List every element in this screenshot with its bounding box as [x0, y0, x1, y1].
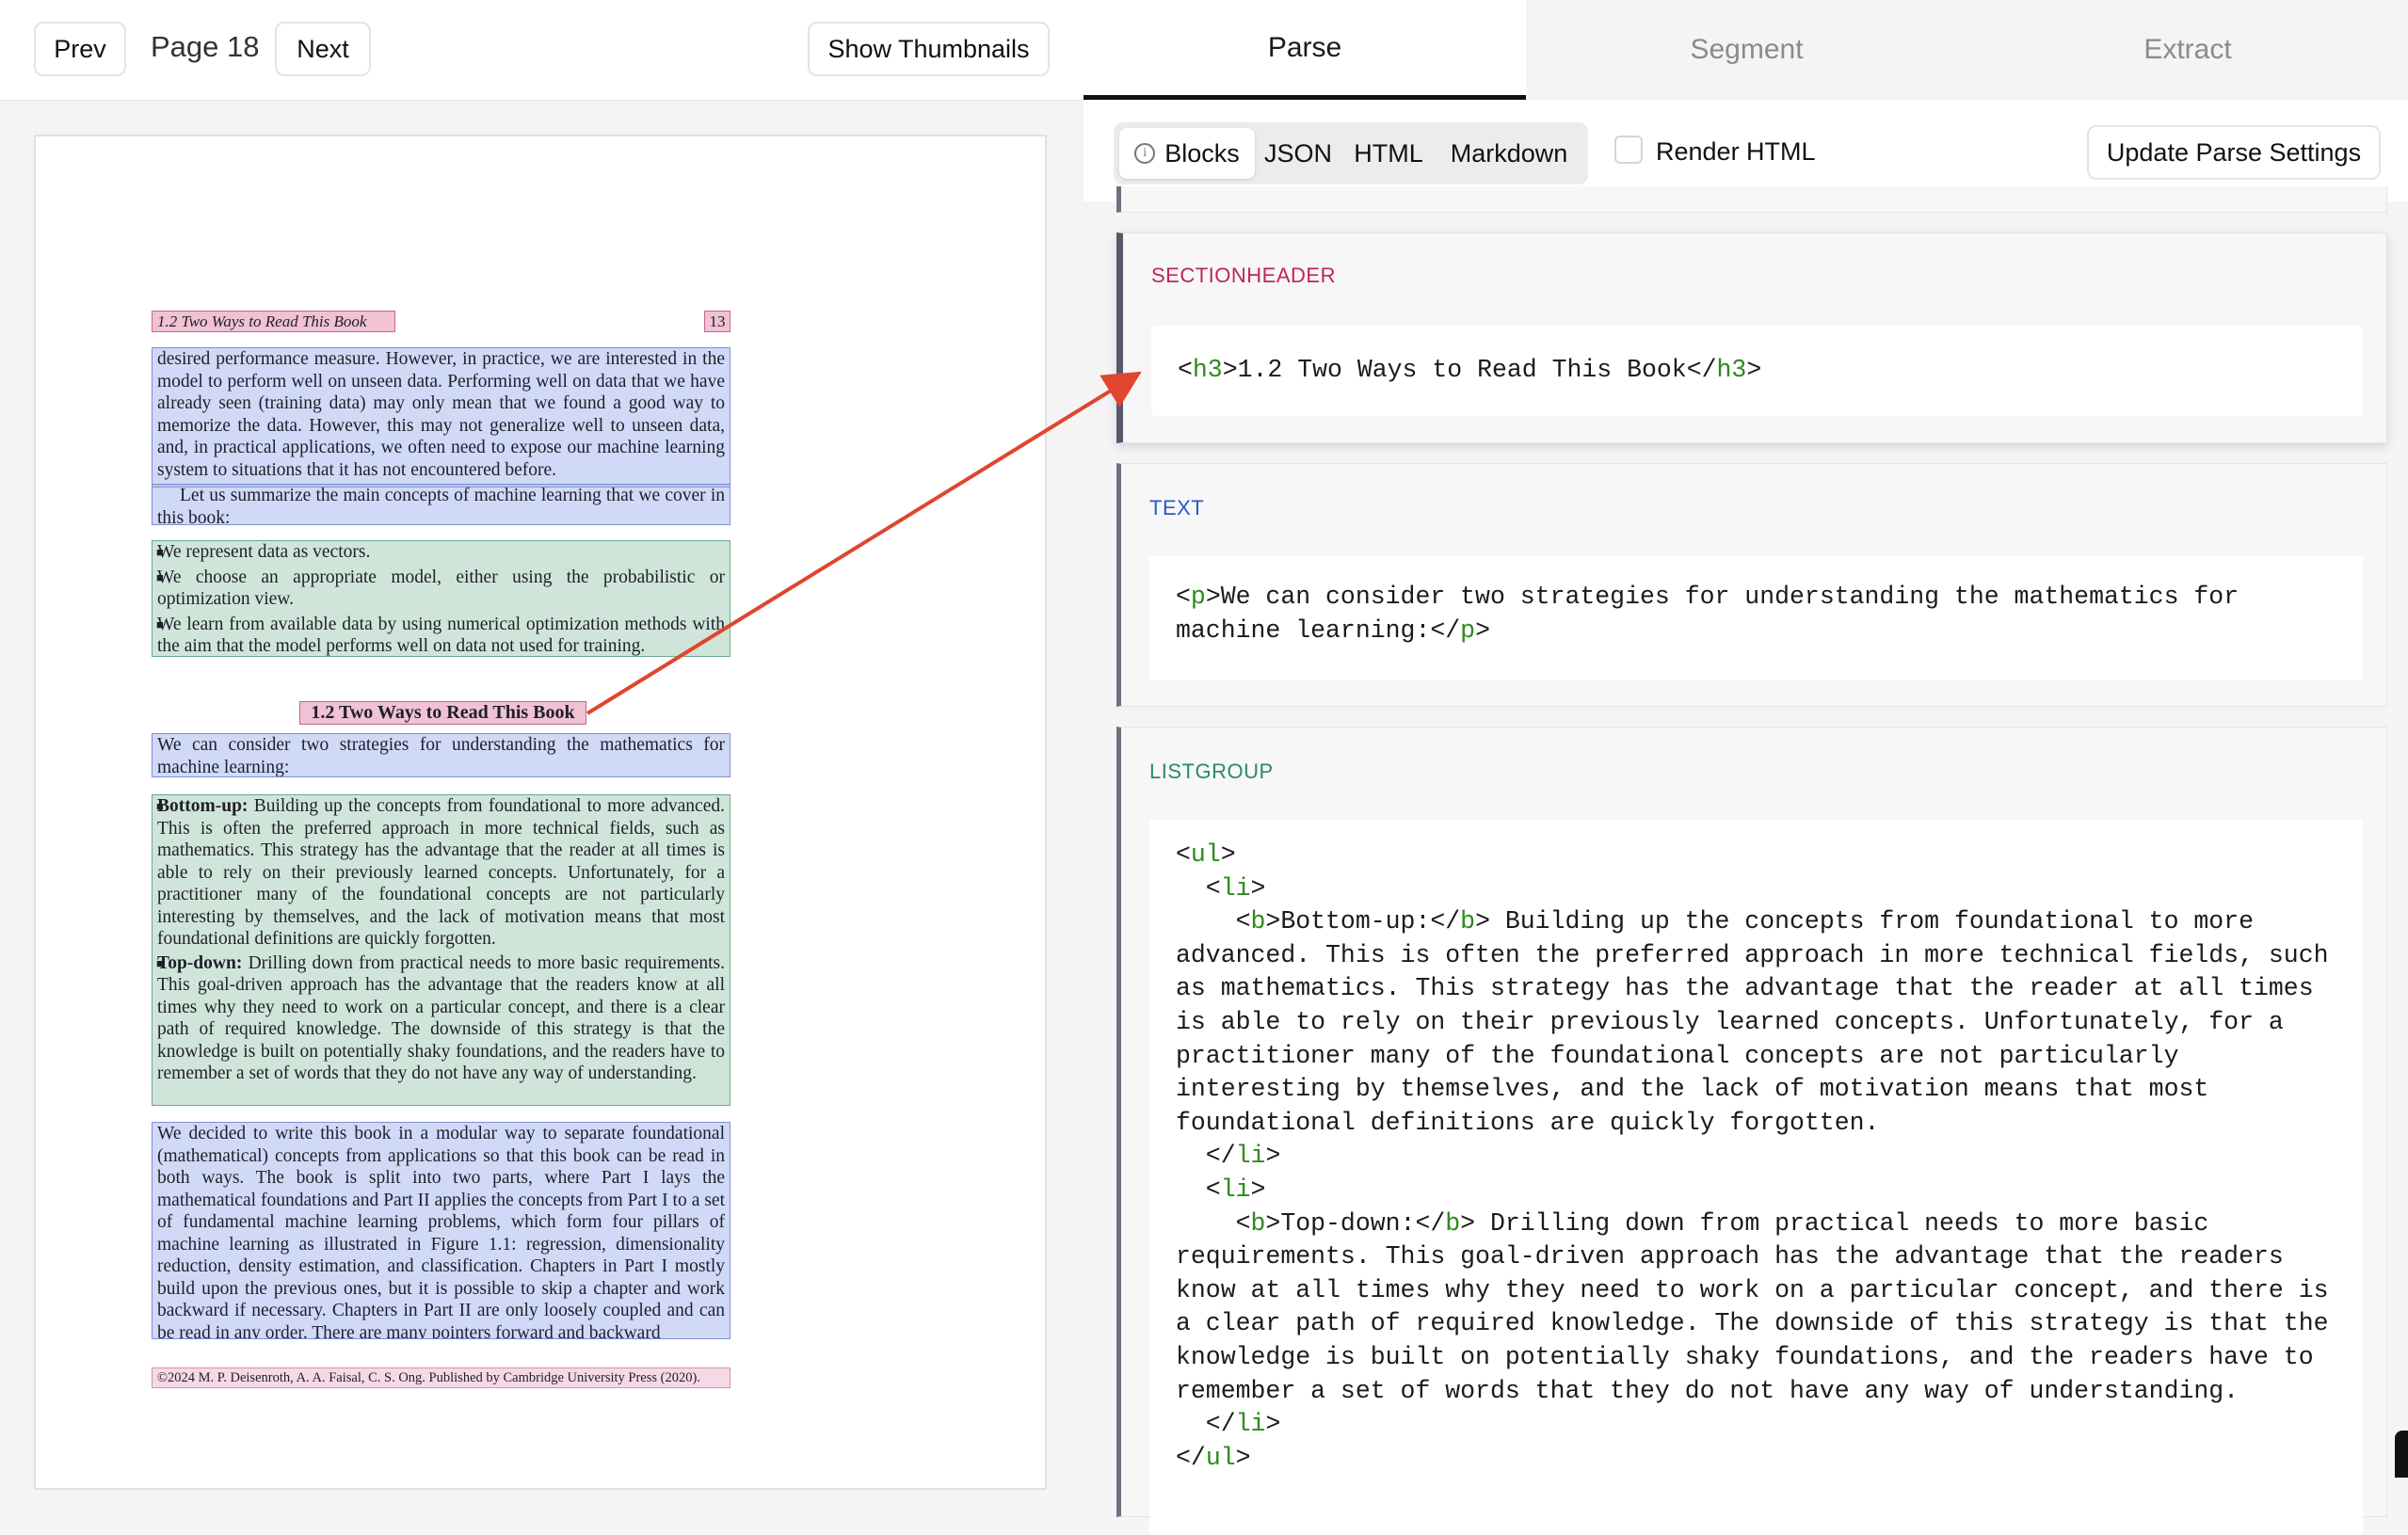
list-group-block[interactable]: Bottom-up: Building up the concepts from… [152, 794, 730, 1106]
list-group-block[interactable]: We represent data as vectors. We choose … [152, 540, 730, 657]
pdf-viewer-toolbar: Prev Page 18 Next Show Thumbnails [0, 0, 1084, 101]
paragraph-text: We can consider two strategies for under… [157, 735, 725, 777]
block-type-label: SECTIONHEADER [1151, 264, 1336, 287]
list-item: We choose an appropriate model, either u… [153, 567, 730, 611]
block-card-listgroup[interactable]: LISTGROUP <ul> <li> <b>Bottom-up:</b> Bu… [1116, 727, 2387, 1535]
page-number-block[interactable]: 13 [704, 311, 730, 332]
text-block[interactable]: desired performance measure. However, in… [152, 347, 730, 488]
text-block[interactable]: We can consider two strategies for under… [152, 733, 730, 777]
list-item: Top-down: Drilling down from practical n… [153, 952, 730, 1085]
section-header-text: 1.2 Two Ways to Read This Book [311, 702, 575, 723]
prev-page-button[interactable]: Prev [34, 22, 126, 76]
view-mode-blocks[interactable]: i Blocks [1119, 128, 1255, 179]
info-icon: i [1134, 143, 1156, 164]
view-mode-json[interactable]: JSON [1255, 128, 1341, 179]
text-block[interactable]: We decided to write this book in a modul… [152, 1122, 730, 1339]
section-header-block[interactable]: 1.2 Two Ways to Read This Book [299, 701, 586, 725]
paragraph-text: desired performance measure. However, in… [157, 349, 725, 480]
tab-segment[interactable]: Segment [1526, 0, 1967, 100]
previous-block-card [1116, 186, 2387, 213]
block-card-sectionheader[interactable]: SECTIONHEADER <h3>1.2 Two Ways to Read T… [1116, 232, 2387, 443]
update-parse-settings-button[interactable]: Update Parse Settings [2087, 125, 2381, 180]
tab-parse[interactable]: Parse [1084, 0, 1526, 100]
view-mode-blocks-label: Blocks [1164, 138, 1240, 168]
show-thumbnails-button[interactable]: Show Thumbnails [808, 22, 1050, 76]
list-item-bold: Bottom-up: [157, 796, 249, 816]
page-indicator: Page 18 [151, 30, 260, 63]
list-item: We represent data as vectors. [153, 541, 730, 564]
block-type-label: LISTGROUP [1149, 760, 1274, 783]
list-item-bold: Top-down: [157, 952, 243, 973]
list-item: We learn from available data by using nu… [153, 614, 730, 657]
view-mode-markdown[interactable]: Markdown [1436, 128, 1582, 179]
page-header-block[interactable]: 1.2 Two Ways to Read This Book [152, 311, 395, 332]
running-header-text: 1.2 Two Ways to Read This Book [157, 312, 367, 330]
list-item-text: Building up the concepts from foundation… [157, 796, 725, 949]
list-item: Bottom-up: Building up the concepts from… [153, 795, 730, 951]
view-mode-html[interactable]: HTML [1341, 128, 1436, 179]
parse-results-pane: Parse Segment Extract i Blocks JSON HTML… [1084, 0, 2408, 1535]
next-page-button[interactable]: Next [275, 22, 371, 76]
paragraph-text: Let us summarize the main concepts of ma… [157, 486, 725, 525]
block-card-text[interactable]: TEXT <p>We can consider two strategies f… [1116, 463, 2387, 707]
text-block[interactable]: Let us summarize the main concepts of ma… [152, 484, 730, 525]
page-footer-block[interactable]: ©2024 M. P. Deisenroth, A. A. Faisal, C.… [152, 1367, 730, 1388]
block-html-code: <ul> <li> <b>Bottom-up:</b> Building up … [1149, 820, 2363, 1535]
list-item-text: Drilling down from practical needs to mo… [157, 952, 725, 1084]
pdf-page: 1.2 Two Ways to Read This Book 13 desire… [34, 135, 1047, 1490]
scrollbar-thumb[interactable] [2395, 1431, 2408, 1478]
view-mode-selector: i Blocks JSON HTML Markdown [1114, 122, 1588, 184]
block-type-label: TEXT [1149, 496, 1205, 520]
tab-extract[interactable]: Extract [1967, 0, 2408, 100]
render-html-checkbox[interactable] [1614, 136, 1643, 164]
block-html-code: <h3>1.2 Two Ways to Read This Book</h3> [1151, 326, 2363, 416]
render-html-label: Render HTML [1656, 137, 1816, 166]
page-number-text: 13 [709, 312, 726, 330]
paragraph-text: We decided to write this book in a modul… [157, 1124, 725, 1339]
tab-bar: Parse Segment Extract [1084, 0, 2408, 100]
block-html-code: <p>We can consider two strategies for un… [1149, 556, 2363, 680]
footer-text: ©2024 M. P. Deisenroth, A. A. Faisal, C.… [157, 1370, 700, 1385]
